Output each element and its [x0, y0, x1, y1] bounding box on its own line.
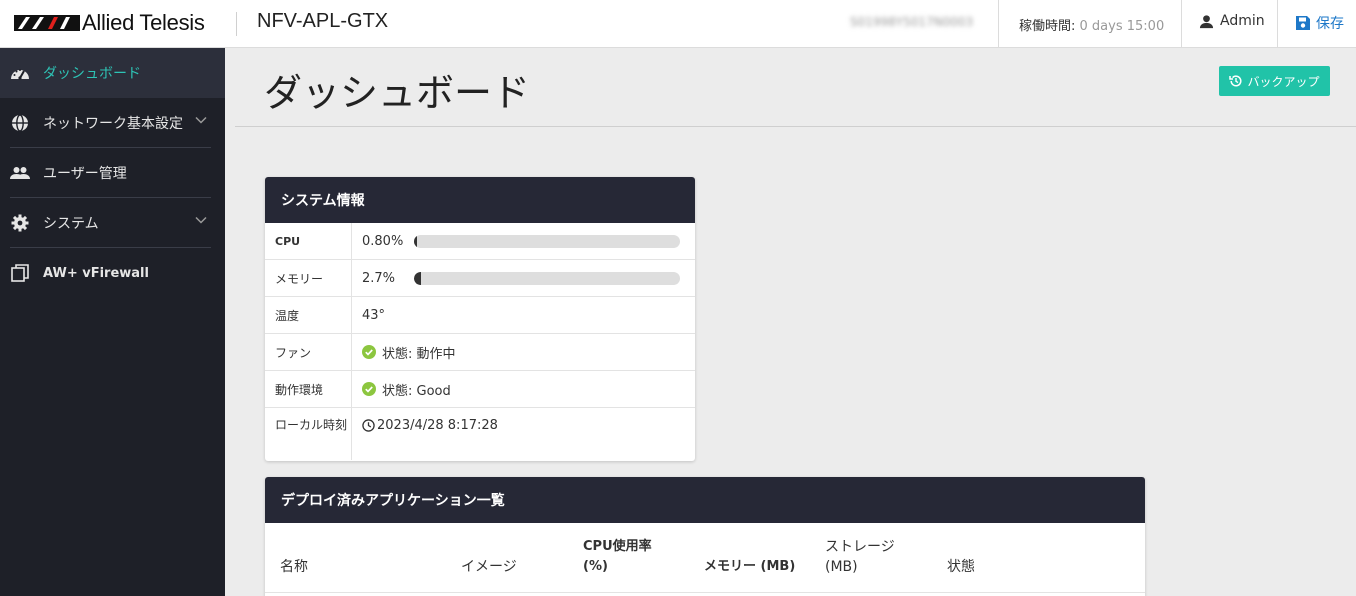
- backup-button[interactable]: バックアップ: [1219, 66, 1330, 96]
- memory-progress-fill: [414, 271, 421, 285]
- table-header: 名称 イメージ CPU使用率 (%) メモリー (MB) ストレージ (MB) …: [265, 523, 1145, 593]
- local-time-value: 2023/4/28 8:17:28: [377, 418, 498, 433]
- history-icon: [1229, 75, 1242, 87]
- cpu-progress-bar: [414, 234, 680, 248]
- environment-label: 動作環境: [265, 371, 352, 407]
- fan-row: ファン 状態: 動作中: [265, 334, 695, 371]
- cpu-value: 0.80%: [362, 233, 404, 249]
- copy-window-icon: [10, 263, 30, 283]
- memory-value: 2.7%: [362, 270, 396, 286]
- sidebar-item-dashboard[interactable]: ダッシュボード: [0, 48, 225, 98]
- column-header-image[interactable]: イメージ: [461, 557, 517, 577]
- header-separator: [1181, 0, 1182, 48]
- check-circle-icon: [362, 382, 376, 396]
- device-name: NFV-APL-GTX: [257, 10, 389, 32]
- save-label: 保存: [1316, 16, 1344, 32]
- sidebar-item-label: AW+ vFirewall: [43, 265, 149, 281]
- backup-label: バックアップ: [1247, 74, 1320, 89]
- chevron-down-icon: [195, 116, 207, 124]
- chevron-down-icon: [195, 216, 207, 224]
- system-info-card: システム情報 CPU 0.80% メモリー 2.7% 温度 43° ファン 状態…: [265, 177, 695, 461]
- brand-logo[interactable]: Allied Telesis: [14, 10, 205, 36]
- cpu-label: CPU: [265, 223, 352, 259]
- sidebar-item-label: システム: [43, 216, 99, 232]
- memory-row: メモリー 2.7%: [265, 260, 695, 297]
- column-header-cpu[interactable]: CPU使用率 (%): [583, 537, 673, 577]
- memory-label: メモリー: [265, 260, 352, 296]
- fan-label: ファン: [265, 334, 352, 370]
- deployed-apps-card: デプロイ済みアプリケーション一覧 名称 イメージ CPU使用率 (%) メモリー…: [265, 477, 1145, 596]
- column-header-storage[interactable]: ストレージ (MB): [825, 537, 915, 577]
- uptime: 稼働時間: 0 days 15:00: [1019, 15, 1164, 34]
- sidebar: ダッシュボード ネットワーク基本設定 ユーザー管理 システム AW+ vFire…: [0, 48, 225, 596]
- environment-status: 状態: Good: [382, 383, 451, 399]
- temperature-row: 温度 43°: [265, 297, 695, 334]
- check-circle-icon: [362, 345, 376, 359]
- dashboard-gauge-icon: [10, 63, 30, 83]
- save-button[interactable]: 保存: [1295, 13, 1344, 33]
- allied-telesis-logo-icon: [14, 15, 80, 31]
- serial-number: S01998Y5017N0003: [850, 15, 974, 29]
- column-header-name[interactable]: 名称: [280, 557, 308, 577]
- clock-icon: [362, 419, 375, 432]
- header-separator: [1277, 0, 1278, 48]
- sidebar-item-vfirewall[interactable]: AW+ vFirewall: [0, 248, 225, 298]
- user-icon: [1199, 14, 1214, 28]
- sidebar-item-label: ネットワーク基本設定: [43, 116, 183, 132]
- local-time-row: ローカル時刻 2023/4/28 8:17:28: [265, 408, 695, 460]
- fan-status: 状態: 動作中: [382, 346, 456, 362]
- local-time-label: ローカル時刻: [265, 408, 352, 460]
- header-separator: [998, 0, 999, 48]
- uptime-value: 0 days 15:00: [1079, 19, 1165, 34]
- sidebar-item-label: ダッシュボード: [43, 66, 141, 82]
- user-name: Admin: [1220, 13, 1265, 29]
- floppy-disk-icon: [1296, 16, 1310, 30]
- sidebar-item-network[interactable]: ネットワーク基本設定: [0, 98, 225, 148]
- page-title: ダッシュボード: [264, 71, 531, 115]
- memory-progress-bar: [414, 271, 680, 285]
- globe-icon: [10, 113, 30, 133]
- sidebar-item-system[interactable]: システム: [0, 198, 225, 248]
- temperature-value: 43°: [362, 307, 386, 323]
- sidebar-item-users[interactable]: ユーザー管理: [0, 148, 225, 198]
- top-header: Allied Telesis NFV-APL-GTX S01998Y5017N0…: [0, 0, 1356, 48]
- environment-row: 動作環境 状態: Good: [265, 371, 695, 408]
- gear-icon: [10, 213, 30, 233]
- cpu-row: CPU 0.80%: [265, 223, 695, 260]
- sidebar-item-label: ユーザー管理: [43, 166, 127, 182]
- brand-name: Allied Telesis: [82, 10, 205, 35]
- column-header-status[interactable]: 状態: [947, 557, 975, 577]
- cpu-progress-fill: [414, 234, 417, 248]
- column-header-memory[interactable]: メモリー (MB): [704, 557, 795, 577]
- uptime-label: 稼働時間:: [1019, 19, 1076, 34]
- card-title: システム情報: [265, 177, 695, 223]
- header-divider: [236, 12, 237, 36]
- temperature-label: 温度: [265, 297, 352, 333]
- users-icon: [10, 163, 30, 183]
- user-menu[interactable]: Admin: [1199, 13, 1265, 29]
- title-divider: [235, 126, 1356, 127]
- card-title: デプロイ済みアプリケーション一覧: [265, 477, 1145, 523]
